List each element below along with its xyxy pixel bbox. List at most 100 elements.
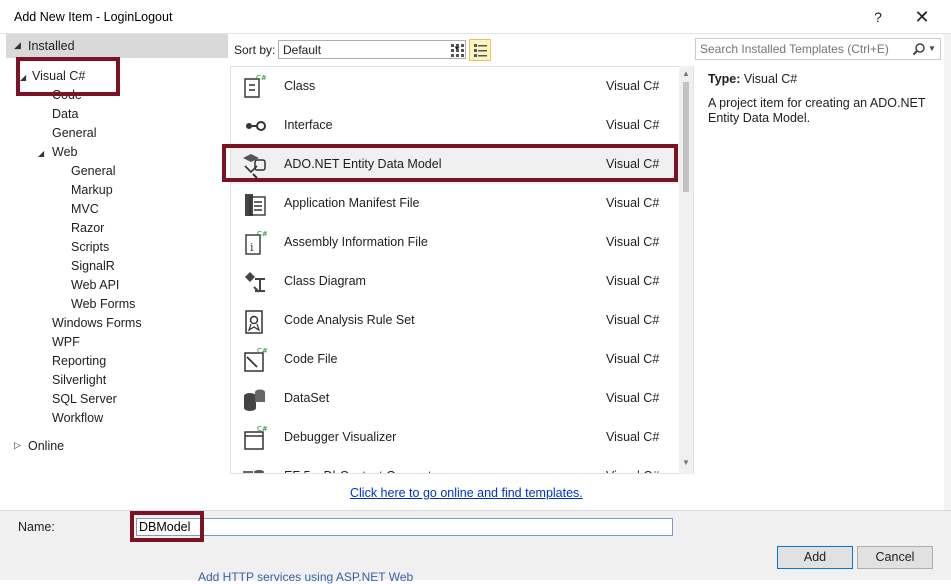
small-icons-view-button[interactable] (469, 39, 491, 61)
tree-item[interactable]: Web (52, 145, 77, 159)
close-button[interactable]: ✕ (902, 4, 942, 30)
template-description: A project item for creating an ADO.NET E… (708, 96, 926, 125)
tree-item[interactable]: MVC (71, 202, 99, 216)
sort-value: Default (283, 43, 322, 57)
type-label: Type: (708, 72, 741, 86)
tree-item[interactable]: Web API (71, 278, 119, 292)
cancel-button[interactable]: Cancel (857, 546, 933, 569)
window-title: Add New Item - LoginLogout (14, 10, 173, 24)
class-diagram-icon (239, 267, 269, 297)
tree-item[interactable]: Razor (71, 221, 104, 235)
scroll-down-icon[interactable]: ▼ (682, 458, 690, 467)
template-language: Visual C# (606, 313, 660, 327)
svg-text:i: i (250, 241, 254, 254)
installed-header[interactable]: ◢ Installed (6, 34, 228, 58)
tree-item[interactable]: SignalR (71, 259, 115, 273)
template-name: Assembly Information File (284, 235, 428, 249)
name-field-highlight-box (130, 511, 204, 542)
scroll-up-icon[interactable]: ▲ (682, 69, 690, 78)
template-name: Code File (284, 352, 338, 366)
template-details: Type: Visual C# A project item for creat… (708, 72, 938, 126)
svg-text:C#: C# (256, 74, 267, 82)
svg-text:C#: C# (257, 347, 268, 355)
tree-item[interactable]: SQL Server (52, 392, 117, 406)
search-input[interactable] (700, 42, 900, 56)
tree-item[interactable]: Data (52, 107, 78, 121)
online-header[interactable]: ▷ Online (6, 434, 228, 458)
tree-item[interactable]: Scripts (71, 240, 109, 254)
type-value: Visual C# (743, 72, 798, 86)
manifest-icon (239, 189, 269, 219)
tree-item[interactable]: Reporting (52, 354, 106, 368)
medium-icons-view-button[interactable] (446, 39, 468, 61)
sort-label: Sort by: (234, 43, 276, 57)
installed-label: Installed (28, 39, 75, 53)
template-row[interactable]: C# Code File Visual C# (231, 340, 679, 379)
interface-icon (239, 111, 269, 141)
template-language: Visual C# (606, 196, 660, 210)
help-button[interactable]: ? (858, 4, 898, 30)
name-field[interactable] (136, 518, 673, 536)
template-language: Visual C# (606, 235, 660, 249)
search-box[interactable]: ▼ (695, 38, 941, 60)
list-view-icon (474, 44, 487, 57)
template-list-scrollbar[interactable]: ▲ ▼ (679, 66, 693, 474)
template-row[interactable]: C# i Assembly Information File Visual C# (231, 223, 679, 262)
template-name: Code Analysis Rule Set (284, 313, 415, 327)
sort-dropdown[interactable]: Default ▼ (278, 40, 466, 59)
tree-item[interactable]: Web Forms (71, 297, 135, 311)
entity-model-highlight-box (222, 144, 678, 182)
template-name: Application Manifest File (284, 196, 420, 210)
ef-generator-icon (239, 462, 269, 473)
template-name: Class (284, 79, 316, 93)
find-templates-online-link[interactable]: Click here to go online and find templat… (350, 486, 583, 500)
type-line: Type: Visual C# (708, 72, 938, 86)
scroll-thumb[interactable] (683, 82, 689, 192)
name-label: Name: (18, 520, 55, 534)
tree-item[interactable]: Markup (71, 183, 113, 197)
template-row[interactable]: Interface Visual C# (231, 106, 679, 145)
template-language: Visual C# (606, 469, 659, 473)
template-row[interactable]: C# Class Visual C# (231, 67, 679, 106)
search-options-chevron-icon[interactable]: ▼ (928, 44, 936, 53)
add-button[interactable]: Add (777, 546, 853, 569)
template-row[interactable]: DataSet Visual C# (231, 379, 679, 418)
add-new-item-dialog: Add New Item - LoginLogout ? ✕ ◢ Install… (0, 0, 951, 584)
template-name: Interface (284, 118, 333, 132)
template-language: Visual C# (606, 352, 660, 366)
tree-item[interactable]: Silverlight (52, 373, 106, 387)
template-name: Debugger Visualizer (284, 430, 397, 444)
tree-item[interactable]: WPF (52, 335, 80, 349)
template-language: Visual C# (606, 79, 660, 93)
tree-item[interactable]: Workflow (52, 411, 103, 425)
background-window-text: Add HTTP services using ASP.NET Web (198, 570, 414, 584)
template-row[interactable]: Code Analysis Rule Set Visual C# (231, 301, 679, 340)
expanded-arrow-icon: ◢ (14, 40, 21, 50)
code-file-icon: C# (239, 345, 269, 375)
template-row[interactable]: Application Manifest File Visual C# (231, 184, 679, 223)
rule-set-icon (239, 306, 269, 336)
debugger-visualizer-icon: C# (239, 423, 269, 453)
tree-item[interactable]: General (71, 164, 115, 178)
svg-text:C#: C# (257, 425, 268, 433)
template-name: EF 5.x DbContext Generator (284, 469, 442, 473)
search-icon[interactable] (912, 42, 926, 56)
template-language: Visual C# (606, 391, 660, 405)
tree-item[interactable]: Windows Forms (52, 316, 142, 330)
template-row[interactable]: EF 5.x DbContext Generator Visual C# (231, 457, 679, 473)
background-window-edge (944, 34, 951, 580)
template-name: Class Diagram (284, 274, 366, 288)
assembly-info-icon: C# i (239, 228, 269, 258)
online-label: Online (28, 439, 65, 453)
collapsed-arrow-icon: ▷ (14, 440, 21, 450)
template-row[interactable]: Class Diagram Visual C# (231, 262, 679, 301)
template-row[interactable]: C# Debugger Visualizer Visual C# (231, 418, 679, 457)
template-language: Visual C# (606, 274, 660, 288)
grid-view-icon (451, 44, 464, 57)
template-name: DataSet (284, 391, 330, 405)
title-bar: Add New Item - LoginLogout ? ✕ (0, 0, 951, 34)
tree-item[interactable]: General (52, 126, 96, 140)
class-icon: C# (239, 72, 269, 102)
template-category-panel: ◢ Installed ◢ Visual C# Code Data General ◢ We… (6, 34, 228, 510)
expanded-arrow-icon[interactable]: ◢ (38, 149, 44, 158)
